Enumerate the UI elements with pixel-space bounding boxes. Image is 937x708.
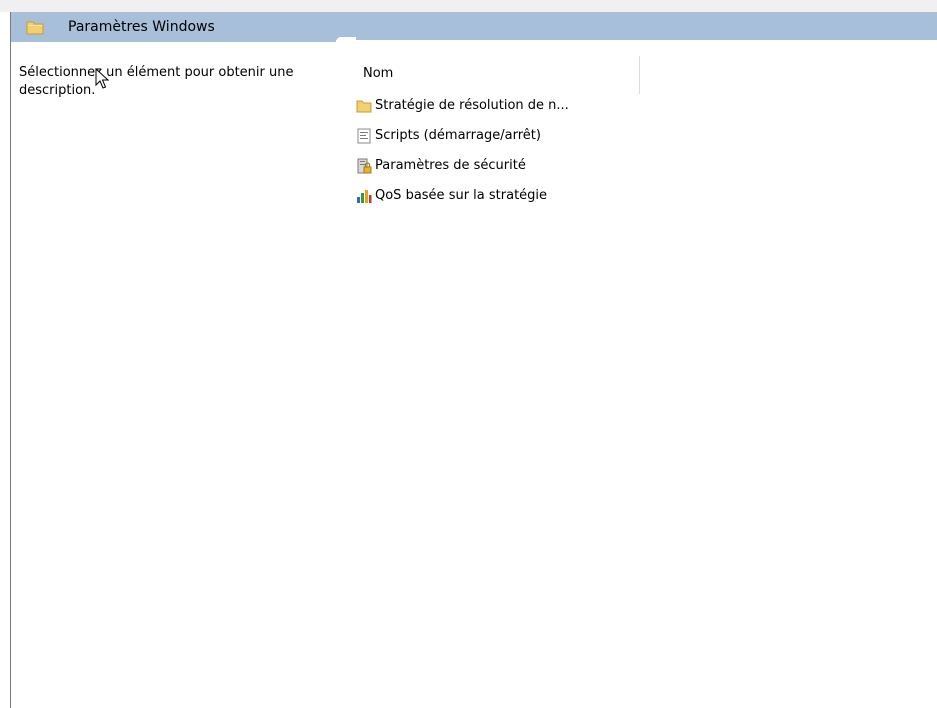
snapin-frame: Paramètres Windows Sélectionnez un éléme… xyxy=(10,12,937,708)
qos-chart-icon xyxy=(357,190,372,203)
folder-icon xyxy=(26,19,44,39)
column-header-name[interactable]: Nom xyxy=(356,56,640,94)
folder-icon xyxy=(356,100,372,113)
column-header-label: Nom xyxy=(363,66,394,81)
top-gap xyxy=(0,0,937,12)
description-text: Sélectionnez un élément pour obtenir une… xyxy=(19,65,294,98)
title-bar: Paramètres Windows xyxy=(11,12,937,42)
list-item[interactable]: Stratégie de résolution de n... xyxy=(356,93,656,119)
list-item-label: Paramètres de sécurité xyxy=(375,158,526,173)
list-item[interactable]: QoS basée sur la stratégie xyxy=(356,183,656,209)
list-item-label: QoS basée sur la stratégie xyxy=(375,188,548,203)
tab-edge xyxy=(336,40,937,42)
list-item[interactable]: Paramètres de sécurité xyxy=(356,153,656,179)
script-icon xyxy=(357,128,371,144)
title-text: Paramètres Windows xyxy=(68,19,215,35)
mouse-pointer-icon xyxy=(95,68,109,89)
list-pane: Nom Stratégie de résolution de n... Scri… xyxy=(356,56,937,708)
list-item-label: Stratégie de résolution de n... xyxy=(375,98,569,113)
security-settings-icon xyxy=(357,158,372,174)
list-item[interactable]: Scripts (démarrage/arrêt) xyxy=(356,123,656,149)
list-item-label: Scripts (démarrage/arrêt) xyxy=(375,128,541,143)
